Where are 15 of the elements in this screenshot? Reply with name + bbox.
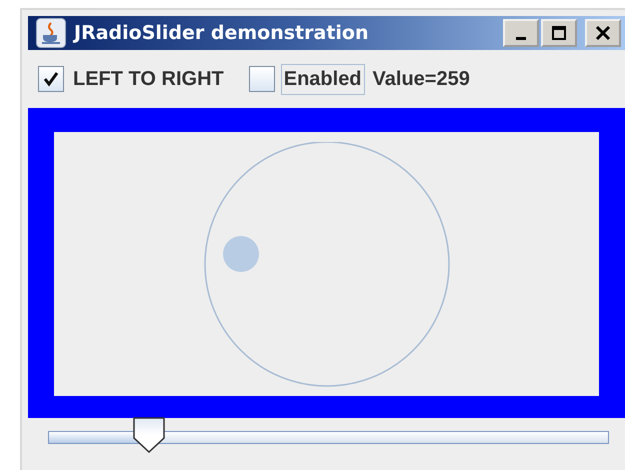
maximize-button[interactable] bbox=[541, 19, 577, 47]
checkbox[interactable] bbox=[38, 66, 64, 92]
checkbox[interactable] bbox=[248, 66, 275, 92]
close-icon bbox=[595, 25, 611, 41]
maximize-icon bbox=[551, 25, 567, 41]
checkmark-icon bbox=[42, 70, 60, 88]
minimize-icon bbox=[516, 37, 526, 40]
value-label: Value=259 bbox=[372, 68, 470, 90]
checkbox-label[interactable]: Enabled bbox=[280, 64, 365, 94]
checkbox-label[interactable]: LEFT TO RIGHT bbox=[70, 64, 227, 94]
slider-thumb[interactable] bbox=[132, 417, 166, 453]
window-title: JRadioSlider demonstration bbox=[74, 22, 370, 44]
minimize-button[interactable] bbox=[503, 19, 539, 47]
close-button[interactable] bbox=[585, 19, 621, 47]
coffee-cup-icon bbox=[36, 18, 66, 48]
